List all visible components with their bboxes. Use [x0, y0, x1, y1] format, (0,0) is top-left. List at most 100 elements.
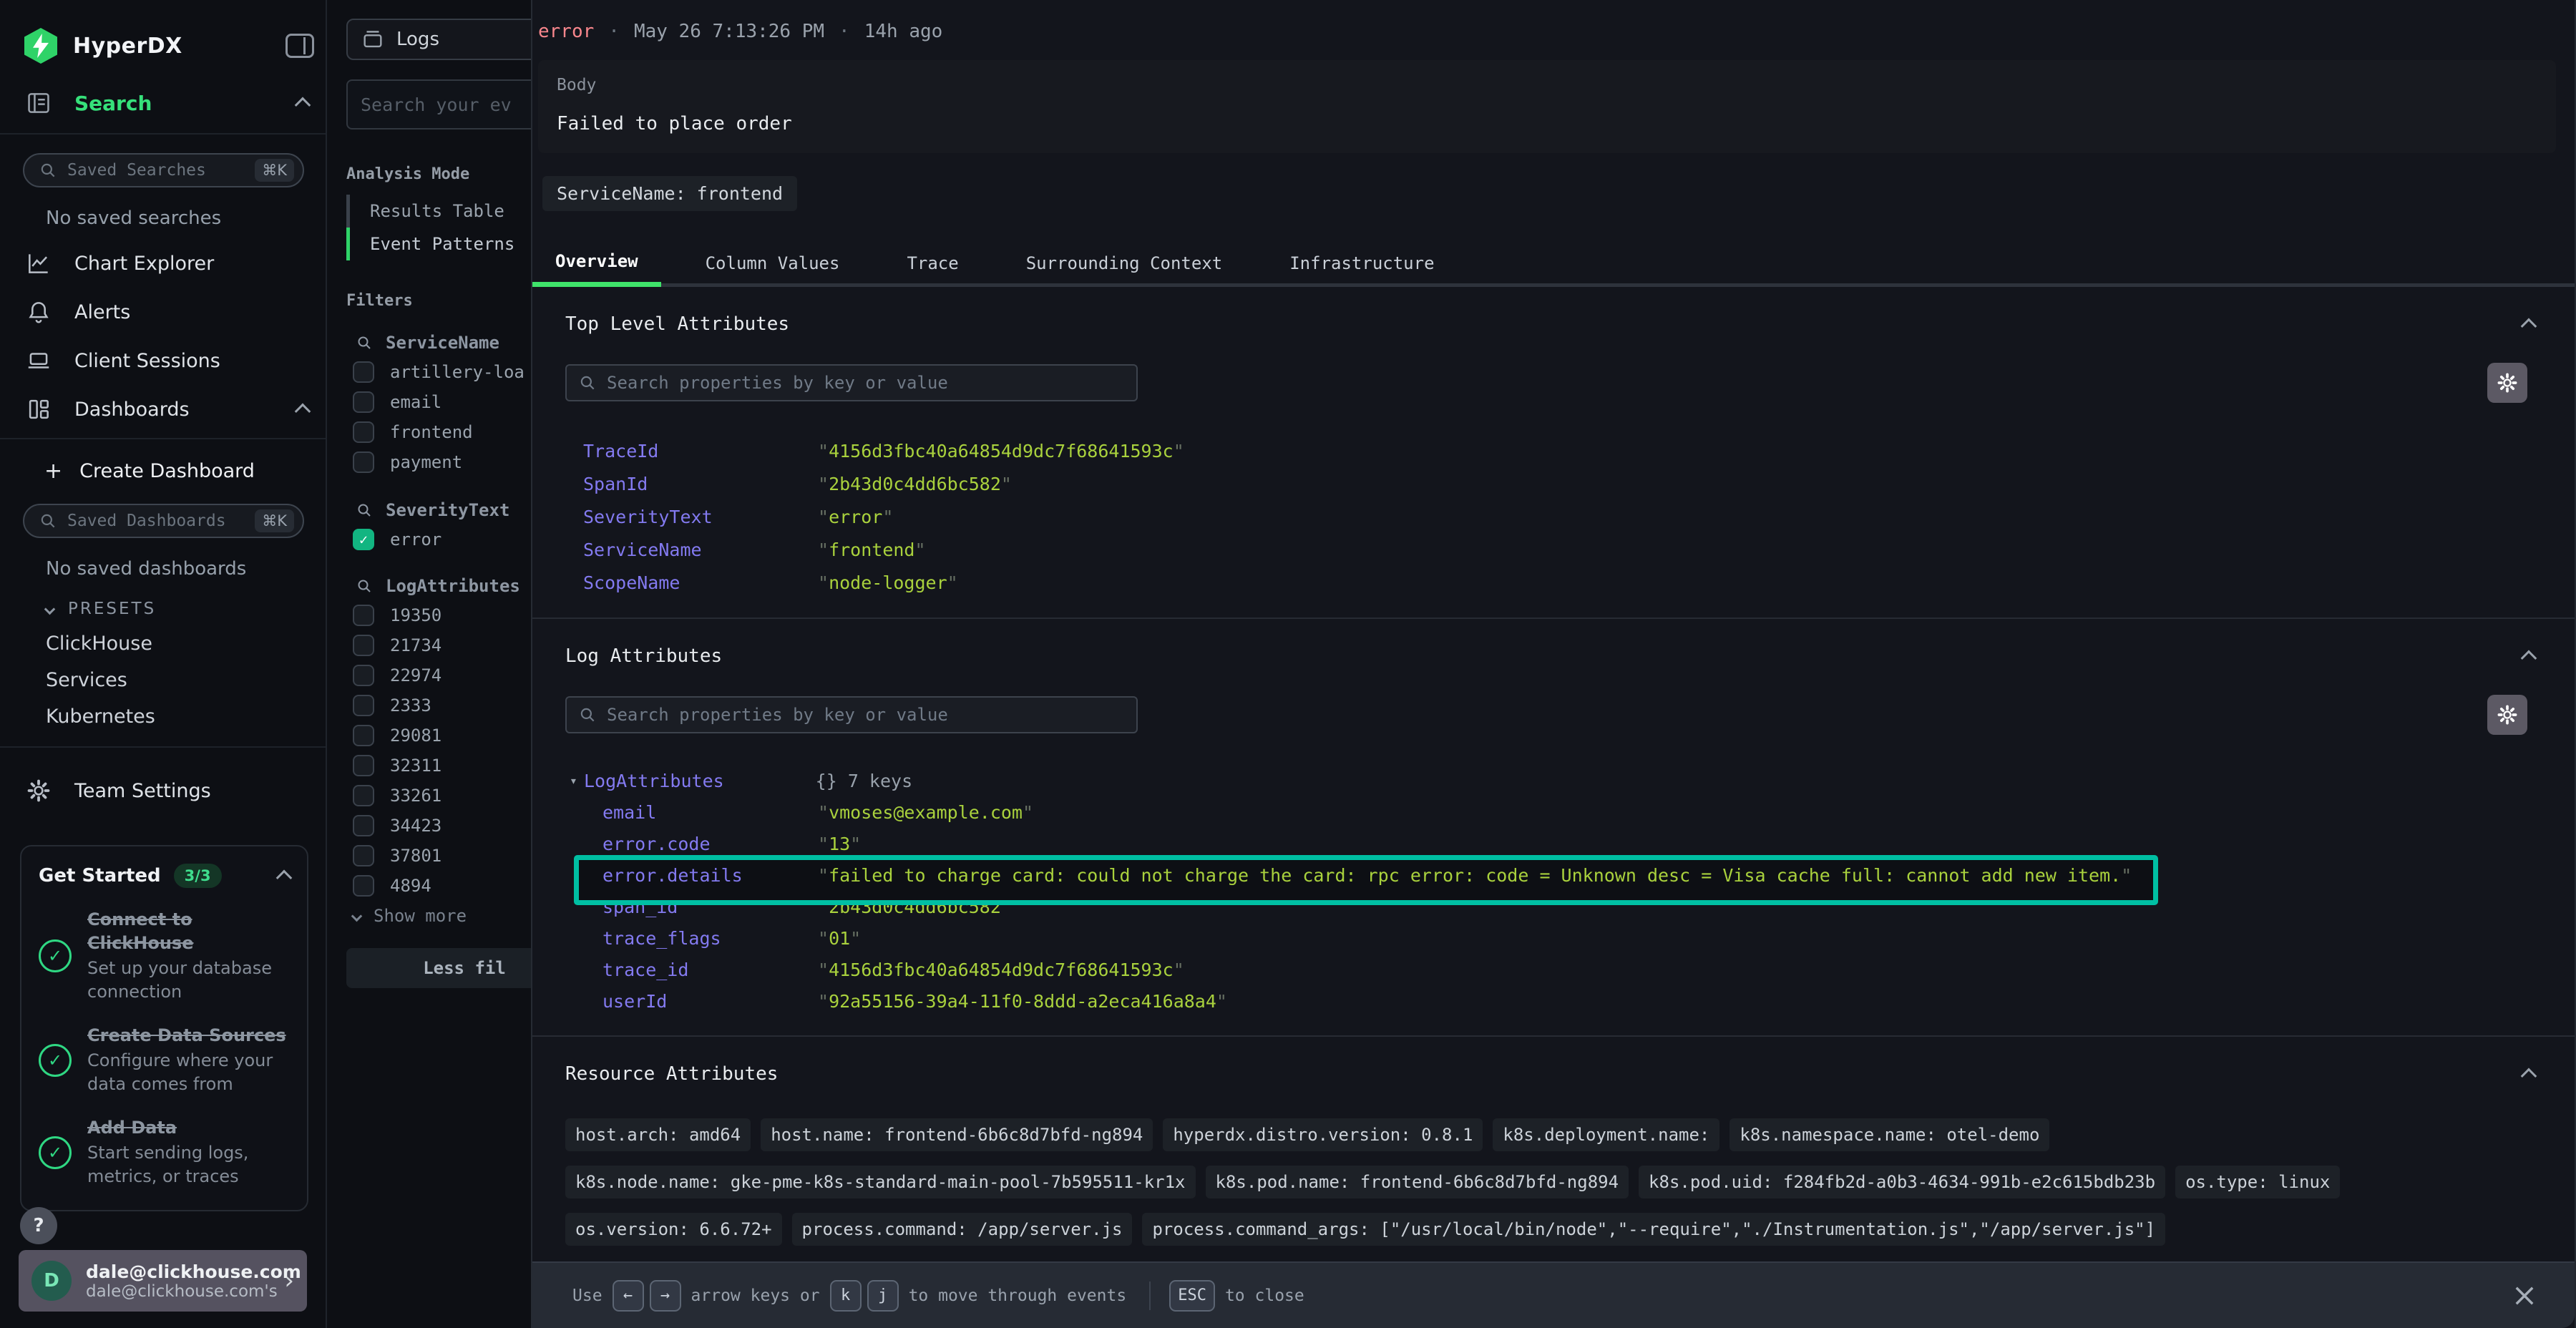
presets-toggle[interactable]: PRESETS [46, 600, 326, 618]
filter-option[interactable]: email [353, 387, 531, 417]
filter-group-header[interactable]: ServiceName [356, 328, 531, 357]
sidebar-collapse-icon[interactable] [286, 34, 314, 58]
checkbox[interactable] [353, 815, 374, 836]
resource-attribute-chip[interactable]: k8s.deployment.name: [1493, 1118, 1719, 1151]
checkbox[interactable] [353, 421, 374, 443]
filter-option[interactable]: 34423 [353, 811, 531, 841]
detail-tab[interactable]: Infrastructure [1267, 240, 1457, 287]
checkbox[interactable] [353, 665, 374, 686]
property-search-box[interactable] [565, 364, 1138, 401]
filter-option[interactable]: 29081 [353, 721, 531, 751]
log-attributes-tree-root[interactable]: ▾ LogAttributes {} 7 keys [565, 765, 2575, 796]
attribute-value[interactable]: 92a55156-39a4-11f0-8ddd-a2eca416a8a4 [818, 991, 1227, 1012]
tree-caret-icon[interactable]: ▾ [570, 773, 584, 788]
saved-dashboards-field[interactable] [67, 512, 255, 530]
resource-attribute-chip[interactable]: process.command_args: ["/usr/local/bin/n… [1142, 1213, 2165, 1246]
preset-dashboard-link[interactable]: ClickHouse [46, 633, 326, 655]
j-key[interactable]: j [867, 1280, 899, 1312]
attribute-value[interactable]: 13 [818, 834, 861, 854]
analysis-mode-option[interactable]: Event Patterns [346, 228, 531, 260]
filter-option[interactable]: frontend [353, 417, 531, 447]
attribute-value[interactable]: frontend [818, 540, 926, 560]
attribute-row[interactable]: ServiceName frontend [565, 533, 2575, 566]
sidebar-item-alerts[interactable]: Alerts /* bound below */ [24, 298, 308, 326]
section-settings-button[interactable] [2487, 363, 2527, 403]
attribute-value[interactable]: error [818, 507, 893, 527]
checkbox[interactable] [353, 785, 374, 806]
detail-tab[interactable]: Overview [532, 240, 661, 287]
checkbox[interactable] [353, 529, 374, 550]
sidebar-item-search[interactable]: Search [24, 87, 308, 119]
attribute-key[interactable]: ScopeName [583, 572, 818, 593]
resource-attribute-chip[interactable]: os.type: linux [2175, 1166, 2340, 1198]
filter-group-header[interactable]: SeverityText [356, 496, 531, 524]
esc-key[interactable]: ESC [1169, 1280, 1215, 1312]
attribute-row[interactable]: ScopeName node-logger [565, 566, 2575, 599]
attribute-value[interactable]: node-logger [818, 572, 958, 593]
create-dashboard-button[interactable]: + Create Dashboard [44, 456, 308, 485]
attribute-key[interactable]: ServiceName [583, 540, 818, 560]
filter-option[interactable]: error [353, 524, 531, 555]
attribute-value[interactable]: failed to charge card: could not charge … [818, 865, 2132, 886]
attribute-row[interactable]: SeverityText error [565, 500, 2575, 533]
property-search-input[interactable] [607, 705, 1125, 725]
resource-attribute-chip[interactable]: k8s.node.name: gke-pme-k8s-standard-main… [565, 1166, 1196, 1198]
k-key[interactable]: k [830, 1280, 862, 1312]
event-search-box[interactable] [346, 79, 531, 130]
filter-option[interactable]: 22974 [353, 660, 531, 690]
attribute-row[interactable]: userId 92a55156-39a4-11f0-8ddd-a2eca416a… [565, 985, 2575, 1017]
resource-attribute-chip[interactable]: host.arch: amd64 [565, 1118, 751, 1151]
checkbox[interactable] [353, 391, 374, 413]
attribute-key[interactable]: trace_id [602, 960, 818, 980]
resource-attribute-chip[interactable]: process.command: /app/server.js [792, 1213, 1133, 1246]
attribute-value[interactable]: 2b43d0c4dd6bc582 [818, 474, 1012, 494]
attribute-key[interactable]: error.code [602, 834, 818, 854]
attribute-value[interactable]: 4156d3fbc40a64854d9dc7f68641593c [818, 960, 1184, 980]
attribute-key[interactable]: userId [602, 991, 818, 1012]
preset-dashboard-link[interactable]: Services [46, 669, 326, 691]
saved-searches-field[interactable] [67, 161, 255, 180]
attribute-value[interactable]: 01 [818, 928, 861, 949]
resource-attribute-chip[interactable]: os.version: 6.6.72+ [565, 1213, 782, 1246]
checkbox[interactable] [353, 755, 374, 776]
attribute-key[interactable]: trace_flags [602, 928, 818, 949]
collapse-section-icon[interactable] [2521, 1068, 2537, 1085]
resource-attribute-chip[interactable]: hyperdx.distro.version: 0.8.1 [1163, 1118, 1483, 1151]
sidebar-item-team-settings[interactable]: Team Settings [24, 776, 308, 805]
help-button[interactable]: ? [20, 1207, 57, 1244]
filter-option[interactable]: 4894 [353, 871, 531, 901]
attribute-row[interactable]: SpanId 2b43d0c4dd6bc582 [565, 467, 2575, 500]
attribute-value[interactable]: vmoses@example.com [818, 802, 1033, 823]
filter-option[interactable]: payment [353, 447, 531, 477]
user-menu[interactable]: D dale@clickhouse.com dale@clickhouse.co… [19, 1250, 307, 1312]
checkbox[interactable] [353, 451, 374, 473]
show-more-button[interactable]: Show more [353, 901, 531, 931]
service-name-tag[interactable]: ServiceName: frontend [542, 176, 797, 211]
attribute-row[interactable]: trace_flags 01 [565, 922, 2575, 954]
source-select-button[interactable]: Logs [346, 19, 531, 60]
checkbox[interactable] [353, 695, 374, 716]
sidebar-item-chart-explorer[interactable]: Chart Explorer [24, 249, 308, 278]
arrow-right-key[interactable]: → [650, 1280, 681, 1312]
sidebar-item-dashboards[interactable]: Dashboards [24, 395, 308, 424]
attribute-key[interactable]: error.details [602, 865, 818, 886]
attribute-key[interactable]: email [602, 802, 818, 823]
detail-tab[interactable]: Column Values [683, 240, 863, 287]
checkbox[interactable] [353, 845, 374, 866]
resource-attribute-chip[interactable]: k8s.namespace.name: otel-demo [1729, 1118, 2049, 1151]
detail-tab[interactable]: Trace [884, 240, 981, 287]
checkbox[interactable] [353, 361, 374, 383]
get-started-item[interactable]: ✓ Add Data Start sending logs, metrics, … [39, 1116, 290, 1188]
resource-attribute-chip[interactable]: host.name: frontend-6b6c8d7bfd-ng894 [761, 1118, 1153, 1151]
checkbox[interactable] [353, 725, 374, 746]
attribute-row[interactable]: trace_id 4156d3fbc40a64854d9dc7f68641593… [565, 954, 2575, 985]
attribute-row[interactable]: email vmoses@example.com [565, 796, 2575, 828]
resource-attribute-chip[interactable]: k8s.pod.name: frontend-6b6c8d7bfd-ng894 [1206, 1166, 1629, 1198]
filter-option[interactable]: 21734 [353, 630, 531, 660]
filter-option[interactable]: 2333 [353, 690, 531, 721]
detail-tab[interactable]: Surrounding Context [1003, 240, 1246, 287]
filter-group-header[interactable]: LogAttributes [356, 572, 531, 600]
get-started-header[interactable]: Get Started 3/3 [39, 864, 290, 888]
checkbox[interactable] [353, 875, 374, 897]
chevron-up-icon[interactable] [295, 97, 311, 114]
